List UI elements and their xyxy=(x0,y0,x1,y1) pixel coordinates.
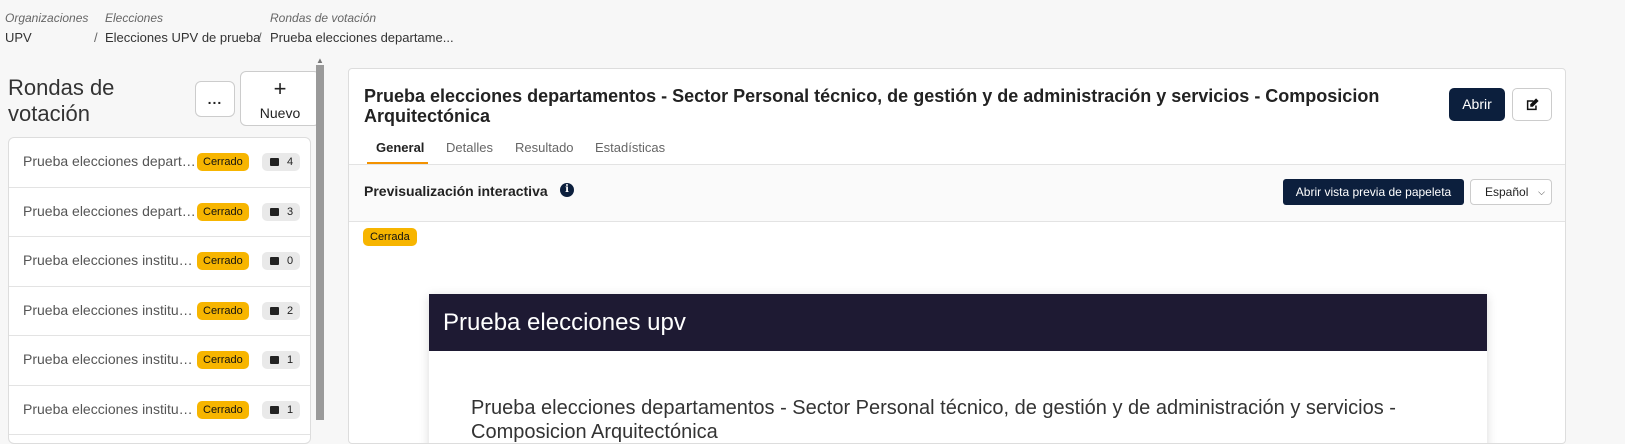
ballot-header: Prueba elecciones upv xyxy=(429,294,1487,351)
round-detail-card: Prueba elecciones departamentos - Sector… xyxy=(348,68,1566,444)
breadcrumb-value[interactable]: UPV xyxy=(5,30,88,45)
ballot-count: 0 xyxy=(287,255,294,267)
language-value: Español xyxy=(1485,185,1529,199)
language-select[interactable]: Español ⌵ xyxy=(1470,179,1552,205)
ballot-box-icon xyxy=(270,257,279,265)
breadcrumb-caption: Rondas de votación xyxy=(270,11,377,25)
list-item[interactable]: Prueba elecciones departamentos Cerrado … xyxy=(9,138,310,188)
list-item[interactable]: Prueba elecciones institucionales Cerrad… xyxy=(9,287,310,336)
plus-icon: + xyxy=(273,76,287,101)
breadcrumb-separator: / xyxy=(258,30,262,45)
new-round-label: Nuevo xyxy=(259,105,301,121)
list-item[interactable]: Prueba elecciones institucionales Cerrad… xyxy=(9,386,310,435)
round-name: Prueba elecciones departamentos xyxy=(23,202,196,219)
preview-toolbar: Previsualización interactiva i Abrir vis… xyxy=(349,165,1565,221)
round-list: Prueba elecciones departamentos Cerrado … xyxy=(8,137,311,444)
breadcrumb: Organizaciones UPV / Elecciones Eleccion… xyxy=(0,0,1625,52)
status-badge: Cerrado xyxy=(197,252,249,270)
sidebar-scrollbar[interactable]: ▲ xyxy=(314,56,326,444)
breadcrumb-value[interactable]: Prueba elecciones departame... xyxy=(270,30,454,45)
preview-title: Previsualización interactiva xyxy=(364,183,548,199)
round-name: Prueba elecciones departamentos xyxy=(23,153,196,169)
ballot-count: 1 xyxy=(287,354,294,366)
ballot-preview: Prueba elecciones upv Prueba elecciones … xyxy=(429,294,1487,443)
status-badge: Cerrado xyxy=(197,400,249,419)
scroll-up-arrow-icon[interactable]: ▲ xyxy=(316,56,324,65)
status-badge: Cerrado xyxy=(197,301,249,320)
info-icon[interactable]: i xyxy=(560,183,574,197)
open-ballot-preview-button[interactable]: Abrir vista previa de papeleta xyxy=(1283,179,1464,205)
tab-statistics[interactable]: Estadísticas xyxy=(595,140,665,155)
list-item[interactable]: Prueba elecciones departamentos Cerrado … xyxy=(9,188,310,237)
divider xyxy=(349,221,1565,222)
sidebar-header: Rondas de votación ... + Nuevo xyxy=(8,71,320,131)
breadcrumb-organization[interactable]: Organizaciones UPV xyxy=(5,11,88,45)
ballot-count: 2 xyxy=(287,304,294,317)
round-name: Prueba elecciones institucionales xyxy=(23,351,196,367)
ballot-count-badge: 4 xyxy=(262,153,300,171)
breadcrumb-caption: Elecciones xyxy=(105,11,164,25)
ballot-count-badge: 0 xyxy=(262,252,300,270)
status-badge: Cerrada xyxy=(363,228,417,246)
breadcrumb-round[interactable]: Rondas de votación Prueba elecciones dep… xyxy=(270,11,454,45)
ballot-count-badge: 2 xyxy=(262,301,300,320)
page-title: Prueba elecciones departamentos - Sector… xyxy=(364,86,1380,126)
ballot-title: Prueba elecciones upv xyxy=(443,309,686,336)
status-badge: Cerrado xyxy=(197,153,249,171)
breadcrumb-value[interactable]: Elecciones UPV de prueba xyxy=(105,30,260,45)
open-round-button[interactable]: Abrir xyxy=(1449,88,1505,121)
tab-details[interactable]: Detalles xyxy=(446,140,493,155)
new-round-button[interactable]: + Nuevo xyxy=(240,71,320,126)
breadcrumb-separator: / xyxy=(94,30,98,45)
ballot-count: 4 xyxy=(287,156,294,168)
ballot-question: Prueba elecciones departamentos - Sector… xyxy=(471,397,1396,443)
status-badge: Cerrado xyxy=(197,202,249,221)
ballot-count: 3 xyxy=(287,205,294,218)
scrollbar-thumb[interactable] xyxy=(316,65,324,420)
ballot-count-badge: 1 xyxy=(262,351,300,369)
ballot-box-icon xyxy=(270,356,279,364)
edit-button[interactable] xyxy=(1512,88,1552,121)
ballot-count-badge: 3 xyxy=(262,202,300,221)
breadcrumb-caption: Organizaciones xyxy=(5,11,89,25)
ballot-box-icon xyxy=(270,158,279,166)
edit-icon xyxy=(1526,98,1539,111)
round-name: Prueba elecciones institucionales xyxy=(23,252,196,268)
ballot-count: 1 xyxy=(287,403,294,416)
tab-results[interactable]: Resultado xyxy=(515,140,574,155)
list-item[interactable]: Prueba elecciones institucionales Cerrad… xyxy=(9,336,310,386)
ballot-box-icon xyxy=(270,405,279,414)
breadcrumb-election[interactable]: Elecciones Elecciones UPV de prueba xyxy=(105,11,260,45)
ballot-box-icon xyxy=(270,306,279,315)
ballot-count-badge: 1 xyxy=(262,400,300,419)
chevron-down-icon: ⌵ xyxy=(1538,187,1545,197)
round-name: Prueba elecciones institucionales xyxy=(23,400,196,417)
status-badge: Cerrado xyxy=(197,351,249,369)
list-item[interactable]: Prueba elecciones institucionales Cerrad… xyxy=(9,237,310,287)
sidebar-title: Rondas de votación xyxy=(8,75,115,126)
tab-general[interactable]: General xyxy=(376,140,424,155)
round-name: Prueba elecciones institucionales xyxy=(23,301,196,318)
ballot-box-icon xyxy=(270,207,279,216)
more-options-button[interactable]: ... xyxy=(195,81,235,117)
